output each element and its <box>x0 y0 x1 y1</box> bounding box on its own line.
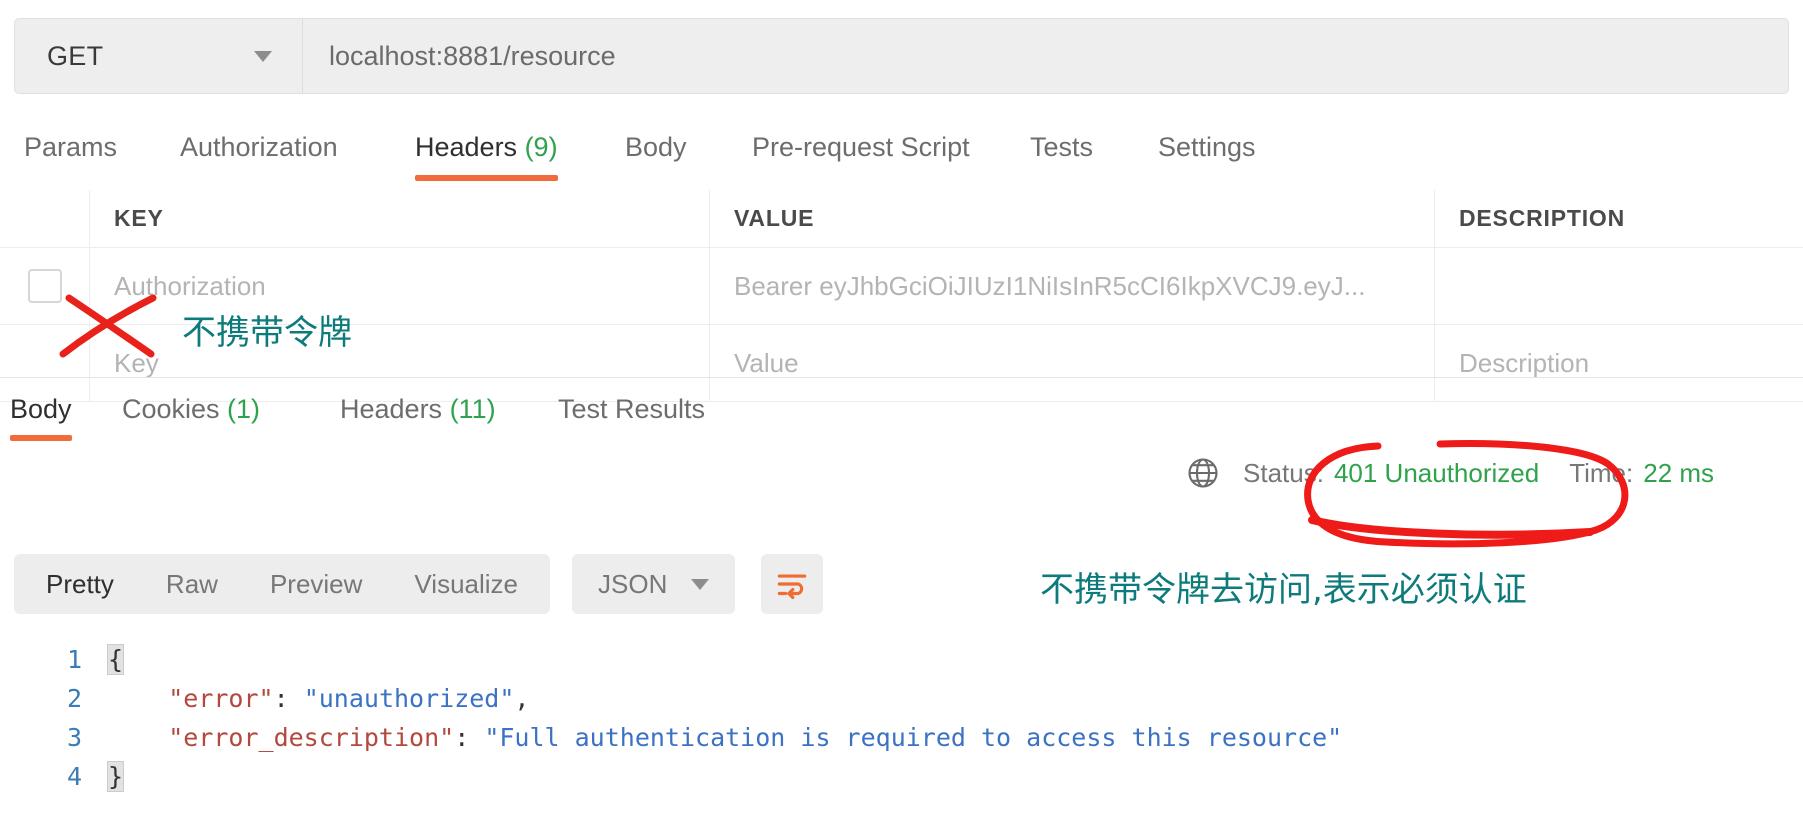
headers-table: KEY VALUE DESCRIPTION Authorization Bear… <box>0 190 1803 402</box>
code-line-content: { <box>108 640 123 679</box>
json-string: "unauthorized" <box>304 684 515 713</box>
code-line: 3 "error_description": "Full authenticat… <box>0 718 1803 757</box>
json-key: "error_description" <box>168 723 454 752</box>
code-line: 2 "error": "unauthorized", <box>0 679 1803 718</box>
header-value-cell[interactable]: Bearer eyJhbGciOiJIUzI1NiIsInR5cCI6IkpXV… <box>710 248 1435 324</box>
chevron-down-icon <box>691 579 709 590</box>
tab-label: Authorization <box>180 132 338 162</box>
response-body-code[interactable]: 1{2 "error": "unauthorized",3 "error_des… <box>0 640 1803 796</box>
status-badge: 401 Unauthorized <box>1334 458 1539 489</box>
response-tab-label: Headers <box>340 394 442 424</box>
response-status-meta: Status: 401 Unauthorized Time: 22 ms <box>1185 455 1714 491</box>
tab-count-badge: (9) <box>517 132 558 162</box>
response-tabs: Body Cookies (1) Headers (11) Test Results <box>0 377 1803 449</box>
time-value: 22 ms <box>1643 458 1714 489</box>
time-label: Time: <box>1569 458 1633 489</box>
code-line-content: "error_description": "Full authenticatio… <box>108 718 1342 757</box>
globe-icon <box>1185 455 1221 491</box>
response-tab-label: Test Results <box>558 394 705 424</box>
table-header-row: KEY VALUE DESCRIPTION <box>0 190 1803 248</box>
line-number: 4 <box>0 757 108 796</box>
response-tab-headers[interactable]: Headers (11) <box>340 390 496 441</box>
body-type-select[interactable]: JSON <box>572 554 735 614</box>
url-input[interactable]: localhost:8881/resource <box>303 19 1788 93</box>
code-line-content: } <box>108 757 123 796</box>
tab-label: Pre-request Script <box>752 132 970 162</box>
tab-label: Body <box>625 132 687 162</box>
response-tab-count-badge: (11) <box>442 394 496 424</box>
view-mode-preview[interactable]: Preview <box>244 569 388 600</box>
json-key: "error" <box>168 684 273 713</box>
request-tabs: Params Authorization Headers (9) Body Pre-re… <box>0 128 1803 188</box>
json-brace: { <box>108 645 123 674</box>
json-token <box>108 684 168 713</box>
view-mode-group: PrettyRawPreviewVisualize <box>14 554 550 614</box>
body-type-label: JSON <box>598 569 667 600</box>
column-header-description: DESCRIPTION <box>1435 190 1803 247</box>
code-line-content: "error": "unauthorized", <box>108 679 529 718</box>
status-label: Status: <box>1243 458 1324 489</box>
line-number: 2 <box>0 679 108 718</box>
response-tab-cookies[interactable]: Cookies (1) <box>122 390 260 441</box>
tab-authorization[interactable]: Authorization <box>180 128 338 181</box>
tab-headers[interactable]: Headers (9) <box>415 128 558 181</box>
json-token: : <box>274 684 304 713</box>
active-tab-underline <box>415 175 558 181</box>
line-number: 1 <box>0 640 108 679</box>
tab-body[interactable]: Body <box>625 128 687 181</box>
tab-label: Headers <box>415 132 517 162</box>
header-key-cell[interactable]: Authorization <box>90 248 710 324</box>
row-checkbox-cell <box>0 248 90 324</box>
json-token <box>108 723 168 752</box>
chevron-down-icon <box>254 51 272 62</box>
response-tab-label: Body <box>10 394 72 424</box>
code-line: 4} <box>0 757 1803 796</box>
json-token: , <box>514 684 529 713</box>
view-mode-pretty[interactable]: Pretty <box>20 569 140 600</box>
tab-settings[interactable]: Settings <box>1158 128 1256 181</box>
table-row[interactable]: Authorization Bearer eyJhbGciOiJIUzI1NiI… <box>0 248 1803 325</box>
json-string: "Full authentication is required to acce… <box>484 723 1342 752</box>
active-tab-underline <box>10 435 72 441</box>
wrap-lines-button[interactable] <box>761 554 823 614</box>
header-description-cell[interactable] <box>1435 248 1803 324</box>
tab-params[interactable]: Params <box>24 128 117 181</box>
annotation-must-auth-text: 不携带令牌去访问,表示必须认证 <box>1040 562 1527 611</box>
response-tab-body[interactable]: Body <box>10 390 72 441</box>
tab-tests[interactable]: Tests <box>1030 128 1093 181</box>
response-tab-test-results[interactable]: Test Results <box>558 390 705 441</box>
column-header-value: VALUE <box>710 190 1435 247</box>
line-number: 3 <box>0 718 108 757</box>
response-format-toolbar: PrettyRawPreviewVisualize JSON <box>14 554 823 614</box>
tab-label: Settings <box>1158 132 1256 162</box>
column-header-key: KEY <box>90 190 710 247</box>
tab-pre-request-script[interactable]: Pre-request Script <box>752 128 970 181</box>
header-checkbox-cell <box>0 190 90 247</box>
view-mode-visualize[interactable]: Visualize <box>388 569 544 600</box>
json-token: : <box>454 723 484 752</box>
response-tab-count-badge: (1) <box>220 394 261 424</box>
code-line: 1{ <box>0 640 1803 679</box>
json-brace: } <box>108 762 123 791</box>
http-method-select[interactable]: GET <box>15 19 303 93</box>
http-method-label: GET <box>47 41 103 72</box>
view-mode-raw[interactable]: Raw <box>140 569 244 600</box>
header-enable-checkbox[interactable] <box>28 269 62 303</box>
tab-label: Tests <box>1030 132 1093 162</box>
response-tab-label: Cookies <box>122 394 220 424</box>
request-url-bar: GET localhost:8881/resource <box>14 18 1789 94</box>
tab-label: Params <box>24 132 117 162</box>
